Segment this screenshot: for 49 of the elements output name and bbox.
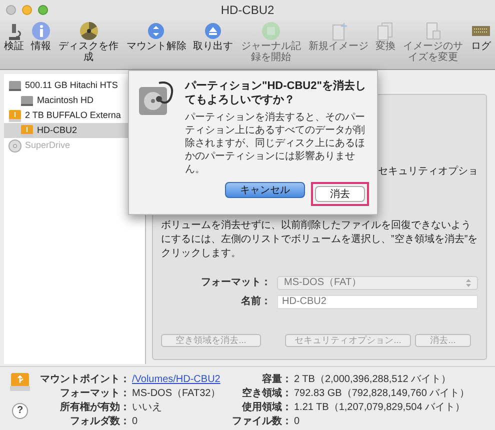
info-label: 所有権が有効：	[59, 401, 130, 414]
radiation-disc-icon	[78, 21, 99, 41]
external-drive-icon	[10, 373, 30, 391]
sidebar-item[interactable]: Macintosh HD	[4, 93, 145, 108]
updown-arrows-icon	[466, 278, 471, 286]
minimize-button[interactable]	[22, 5, 32, 15]
help-button[interactable]: ?	[12, 403, 28, 419]
sidebar-item[interactable]: 500.11 GB Hitachi HTS	[4, 78, 145, 93]
info-label: マウントポイント：	[40, 373, 130, 386]
name-field[interactable]: HD-CBU2	[277, 294, 478, 308]
info-label: ファイル数：	[232, 415, 292, 428]
toolbar-button[interactable]: 検証	[4, 21, 24, 52]
dialog-title: パーティション"HD-CBU2"を消去してもよろしいですか？	[185, 79, 367, 107]
eject-icon	[203, 21, 224, 41]
partial-text: セキュリティオプショ	[378, 164, 478, 179]
info-value: 792.83 GB（792,828,149,760 バイト）	[294, 387, 471, 400]
mount-point-link[interactable]: /Volumes/HD-CBU2	[132, 373, 220, 386]
info-value: 1.21 TB（1,207,079,829,504 バイト）	[294, 401, 466, 414]
toolbar-button[interactable]: 取り出す	[193, 21, 234, 52]
info-value: 0	[294, 415, 301, 428]
optical-disc-icon	[8, 138, 22, 152]
format-label: フォーマット：	[200, 276, 271, 290]
info-value: 0	[132, 415, 139, 428]
info-label: 使用領域：	[240, 401, 292, 414]
info-value: 2 TB（2,000,396,288,512 バイト）	[294, 373, 452, 386]
format-dropdown[interactable]: MS-DOS（FAT）	[277, 276, 478, 290]
info-icon	[30, 21, 51, 41]
info-value: MS-DOS（FAT32）	[132, 387, 222, 400]
documents-icon	[375, 21, 396, 41]
disc-icon	[260, 21, 281, 41]
info-value: いいえ	[132, 401, 163, 414]
cancel-button[interactable]: キャンセル	[225, 182, 305, 198]
toolbar-button[interactable]: マウント解除	[126, 21, 186, 52]
zoom-button[interactable]	[38, 5, 48, 15]
window-title: HD-CBU2	[220, 2, 274, 19]
sidebar-item[interactable]: 2 TB BUFFALO Externa	[4, 108, 145, 123]
info-label: 容量：	[261, 373, 292, 386]
erase-button[interactable]: 消去	[315, 186, 365, 202]
close-button[interactable]	[6, 5, 16, 15]
updown-arrows-icon	[146, 21, 166, 41]
toolbar-button[interactable]: 情報	[30, 21, 51, 52]
info-label: フォルダ数：	[69, 415, 130, 428]
dialog-message: パーティションを消去すると、そのパーティション上にあるすべてのデータが削除されますが、同じディスク上にあるほかのパーティションには影響ありません。	[185, 111, 366, 176]
info-label: 空き領域：	[241, 387, 292, 400]
toolbar-button[interactable]: ディスクを作成	[58, 21, 120, 63]
toolbar-button[interactable]: ログ	[470, 21, 491, 52]
name-label: 名前：	[240, 294, 271, 309]
info-label: フォーマット：	[59, 387, 130, 400]
description-text: ボリュームを消去せずに、以前削除したファイルを回復できないようにするには、左側のリストでボリュームを選択し、”空き領域を消去”をクリックします。	[161, 219, 478, 261]
